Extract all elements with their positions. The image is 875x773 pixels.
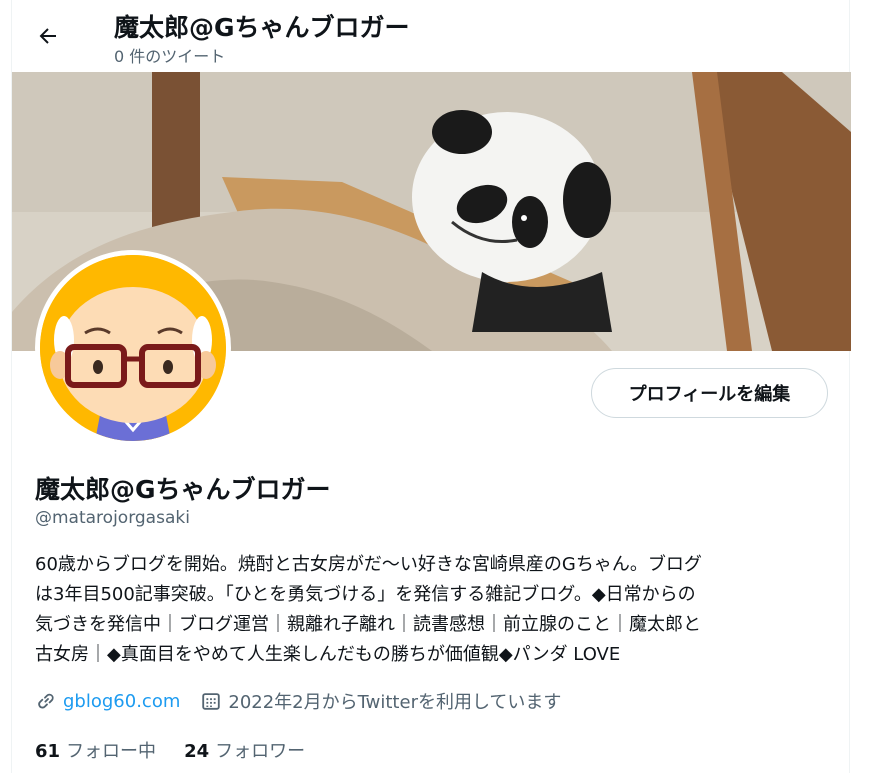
following-link[interactable]: 61 フォロー中 xyxy=(35,737,156,763)
calendar-icon xyxy=(200,690,222,712)
header-title: 魔太郎@Gちゃんブロガー xyxy=(114,13,410,42)
profile-column: 魔太郎@Gちゃんブロガー 0 件のツイート プロフィールを編集 魔太郎@Gちゃん… xyxy=(11,0,851,773)
bio-line: は3年目500記事突破。「ひとを勇気づける」を発信する雑記ブログ。◆日常からの xyxy=(35,584,696,605)
followers-count: 24 xyxy=(184,741,210,762)
profile-handle: @matarojorgasaki xyxy=(35,508,190,528)
following-count: 61 xyxy=(35,741,61,762)
profile-name: 魔太郎@Gちゃんブロガー xyxy=(35,475,331,504)
profile-meta: gblog60.com 2022年2月からTwitterを利用しています xyxy=(35,688,561,714)
follow-stats: 61 フォロー中 24 フォロワー xyxy=(35,737,333,763)
following-label: フォロー中 xyxy=(66,741,157,762)
avatar[interactable] xyxy=(35,250,231,446)
avatar-illustration xyxy=(40,255,226,441)
bio-line: 気づきを発信中｜ブログ運営｜親離れ子離れ｜読書感想｜前立腺のこと｜魔太郎と xyxy=(35,614,701,635)
top-bar: 魔太郎@Gちゃんブロガー 0 件のツイート xyxy=(12,0,851,72)
profile-bio: 60歳からブログを開始。焼酎と古女房がだ〜い好きな宮崎県産のGちゃん。ブログ は… xyxy=(35,550,835,670)
followers-link[interactable]: 24 フォロワー xyxy=(184,737,305,763)
tweet-count: 0 件のツイート xyxy=(114,47,226,66)
back-button[interactable] xyxy=(28,16,68,56)
bio-line: 60歳からブログを開始。焼酎と古女房がだ〜い好きな宮崎県産のGちゃん。ブログ xyxy=(35,554,702,575)
joined-date: 2022年2月からTwitterを利用しています xyxy=(228,692,562,713)
link-icon xyxy=(35,690,57,712)
edit-profile-button[interactable]: プロフィールを編集 xyxy=(591,368,828,418)
followers-label: フォロワー xyxy=(215,741,306,762)
arrow-left-icon xyxy=(39,28,56,44)
website-link[interactable]: gblog60.com xyxy=(63,691,180,712)
bio-line: 古女房｜◆真面目をやめて人生楽しんだもの勝ちが価値観◆パンダ LOVE xyxy=(35,644,621,665)
